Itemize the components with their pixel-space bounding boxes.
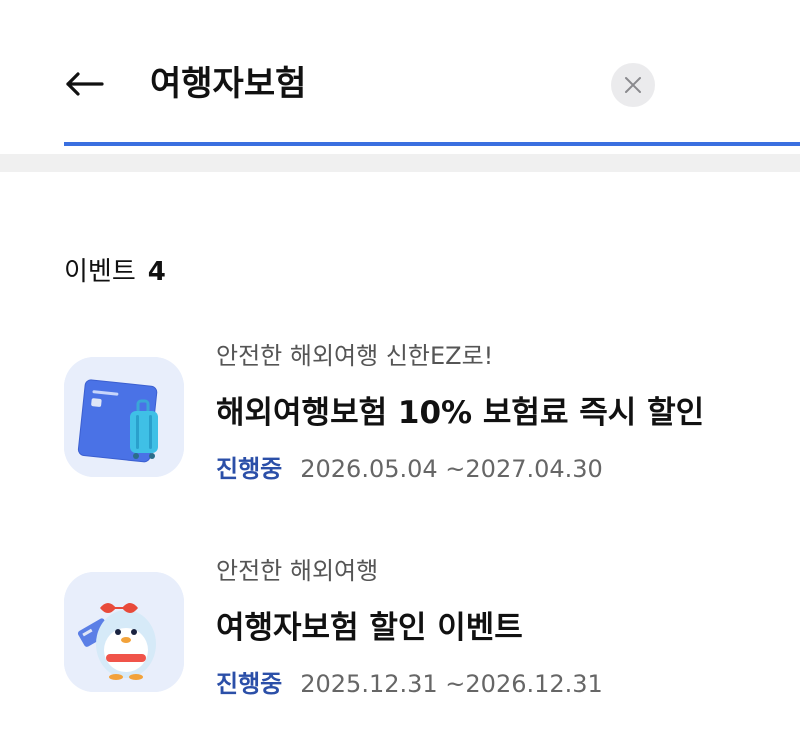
result-count: 4 [147,257,166,287]
event-item-1[interactable]: 안전한 해외여행 신한EZ로! 해외여행보험 10% 보험료 즉시 할인 진행중… [64,342,764,487]
section-title: 이벤트 [64,257,136,287]
event-title: 여행자보험 할인 이벤트 [216,610,523,646]
event-thumbnail [64,572,184,692]
event-period: 2025.12.31 ~2026.12.31 [300,670,603,698]
status-badge: 진행중 [216,670,283,698]
event-thumbnail [64,357,184,477]
event-period: 2026.05.04 ~2027.04.30 [300,455,603,483]
event-title: 해외여행보험 10% 보험료 즉시 할인 [216,395,705,431]
event-subtitle: 안전한 해외여행 신한EZ로! [216,342,494,370]
event-item-2[interactable]: 안전한 해외여행 여행자보험 할인 이벤트 진행중 2025.12.31 ~202… [64,557,764,702]
event-meta: 진행중 2026.05.04 ~2027.04.30 [216,451,603,487]
close-icon [625,77,641,93]
search-results-page: 여행자보험 이벤트 4 안전한 해외여행 신한EZ로! 해외여행보험 10% 보… [0,0,800,754]
event-meta: 진행중 2025.12.31 ~2026.12.31 [216,666,603,702]
search-header: 여행자보험 [0,0,800,146]
search-input[interactable]: 여행자보험 [150,60,306,108]
mascot-traveler-icon [64,572,184,692]
card-suitcase-icon [64,357,184,477]
clear-search-button[interactable] [611,63,655,107]
section-header: 이벤트 4 [64,252,166,292]
section-divider [0,154,800,172]
arrow-left-icon [66,72,104,96]
status-badge: 진행중 [216,455,283,483]
event-subtitle: 안전한 해외여행 [216,557,379,585]
back-button[interactable] [60,62,108,106]
search-underline [64,142,800,146]
